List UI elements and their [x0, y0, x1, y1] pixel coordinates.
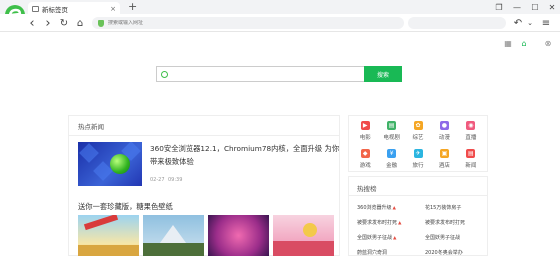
app-shortcut[interactable]: ▤ 电视剧	[378, 121, 404, 141]
app-label: 直播	[465, 135, 477, 141]
search-input[interactable]	[171, 71, 351, 77]
grid-icon[interactable]: ▦	[502, 37, 514, 49]
address-input[interactable]	[108, 20, 348, 26]
hot-tag-icon: ▲	[393, 236, 397, 241]
skin-icon[interactable]: ⌂	[518, 37, 530, 49]
app-icon: ▤	[466, 149, 476, 158]
app-shortcut[interactable]: ▤ 新闻	[458, 149, 484, 169]
minimize-button[interactable]: —	[508, 0, 526, 14]
divider	[348, 195, 488, 196]
hot-tag-icon: ▲	[398, 221, 402, 226]
app-icon: ✿	[413, 121, 423, 130]
undo-close-button[interactable]: ↶	[512, 16, 524, 30]
hot-search-item[interactable]: 360浏览器升级▲	[357, 204, 425, 211]
security-shield-icon	[98, 19, 104, 27]
app-label: 游戏	[359, 163, 371, 169]
app-row: ◆ 游戏 ¥ 金融 ✈ 旅行 ▣ 酒店 ▤ 新闻	[352, 149, 484, 169]
hot-search-item[interactable]: 蔚蓝洞穴奇洞	[357, 249, 425, 256]
app-shortcut[interactable]: ● 动漫	[431, 121, 457, 141]
app-label: 金融	[386, 163, 398, 169]
tab-page-icon	[32, 5, 39, 12]
app-row: ▶ 电影 ▤ 电视剧 ✿ 综艺 ● 动漫 ◉ 直播	[352, 121, 484, 141]
hot-search-item[interactable]: 全国妖男子征战▲	[357, 234, 425, 241]
hot-search-text: 全国妖男子征战	[425, 235, 461, 241]
app-shortcut[interactable]: ✿ 综艺	[405, 121, 431, 141]
refresh-button[interactable]: ↻	[58, 16, 70, 30]
undo-dropdown-icon[interactable]: ⌄	[524, 16, 536, 30]
hot-search-list: 360浏览器升级▲ 花15万装饰房子 被要求发布时打死▲ 被要求发布时打死 全国妖男子征…	[357, 204, 485, 256]
app-shortcut[interactable]: ▶ 电影	[352, 121, 378, 141]
tab-close-button[interactable]: ×	[110, 5, 116, 13]
app-shortcut[interactable]: ◉ 直播	[458, 121, 484, 141]
news-time: 09:39	[168, 177, 183, 183]
hot-search-item[interactable]: 被要求发布时打死▲	[357, 219, 425, 226]
hot-search-item[interactable]: 被要求发布时打死	[425, 219, 485, 226]
hot-search-text: 2020冬奥会举办	[425, 250, 463, 256]
app-shortcut[interactable]: ▣ 酒店	[431, 149, 457, 169]
hot-search-title: 热搜榜	[357, 185, 377, 193]
hot-search-text: 全国妖男子征战	[357, 235, 393, 241]
search-engine-icon	[161, 70, 168, 78]
hot-search-text: 被要求发布时打死	[425, 220, 466, 226]
app-label: 电影	[359, 135, 371, 141]
news-headline[interactable]: 360安全浏览器12.1，Chromium78内核，全面升级 为你带来极致体验	[150, 142, 340, 168]
app-label: 综艺	[412, 135, 424, 141]
app-icon: ▣	[439, 149, 449, 158]
wallpaper-thumbnail[interactable]	[273, 215, 334, 256]
hot-search-text: 360浏览器升级	[357, 205, 392, 211]
search-box[interactable]	[156, 66, 364, 82]
app-icon: ◆	[360, 149, 370, 158]
close-window-button[interactable]: ✕	[543, 0, 560, 14]
back-button[interactable]: ‹	[26, 16, 38, 31]
app-icon: ✈	[413, 149, 423, 158]
hot-search-text: 被要求发布时打死	[357, 220, 398, 226]
settings-icon[interactable]: ⊗	[542, 37, 554, 49]
forward-button[interactable]: ›	[42, 16, 54, 31]
hot-search-text: 蔚蓝洞穴奇洞	[357, 250, 388, 256]
restore-icon[interactable]: ❐	[490, 0, 508, 14]
hot-search-text: 花15万装饰房子	[425, 205, 462, 211]
tab-title: 新标签页	[42, 5, 68, 14]
app-label: 酒店	[438, 163, 450, 169]
app-shortcut[interactable]: ¥ 金融	[378, 149, 404, 169]
divider	[68, 135, 340, 136]
hot-search-item[interactable]: 全国妖男子征战	[425, 234, 485, 241]
app-shortcut[interactable]: ✈ 旅行	[405, 149, 431, 169]
wallpaper-thumbnail[interactable]	[78, 215, 139, 256]
app-icon: ◉	[466, 121, 476, 130]
wallpaper-headline[interactable]: 送你一套珍藏版，糖果色壁纸	[78, 202, 173, 212]
home-button[interactable]: ⌂	[74, 16, 86, 30]
search-button[interactable]: 搜索	[364, 66, 402, 82]
hot-tag-icon: ▲	[392, 206, 397, 211]
menu-button[interactable]: ≡	[540, 16, 552, 30]
news-section-title: 热点新闻	[78, 123, 104, 131]
hot-search-item[interactable]: 花15万装饰房子	[425, 204, 485, 211]
app-icon: ¥	[387, 149, 397, 158]
app-icon: ▶	[360, 121, 370, 130]
address-bar[interactable]	[92, 17, 404, 29]
app-label: 旅行	[412, 163, 424, 169]
hot-search-item[interactable]: 2020冬奥会举办	[425, 249, 485, 256]
app-label: 电视剧	[383, 135, 400, 141]
new-tab-button[interactable]: +	[128, 1, 137, 13]
maximize-button[interactable]: ☐	[526, 0, 544, 14]
news-thumbnail[interactable]	[78, 142, 142, 186]
toolbar-search-field[interactable]	[408, 17, 506, 29]
app-icon: ●	[439, 121, 449, 130]
app-label: 动漫	[438, 135, 450, 141]
app-icon: ▤	[387, 121, 397, 130]
app-shortcut[interactable]: ◆ 游戏	[352, 149, 378, 169]
wallpaper-thumbnail[interactable]	[143, 215, 204, 256]
news-date: 02-27	[150, 177, 165, 183]
wallpaper-thumbnail[interactable]	[208, 215, 269, 256]
app-label: 新闻	[465, 163, 477, 169]
